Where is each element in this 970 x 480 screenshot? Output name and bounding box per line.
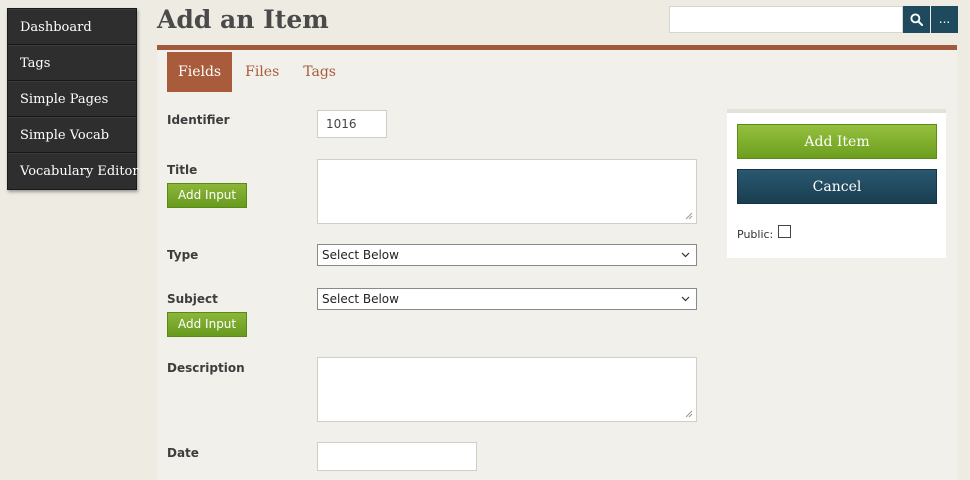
title-textarea[interactable] (317, 159, 697, 224)
identifier-input[interactable] (317, 110, 387, 138)
sidebar: Dashboard Tags Simple Pages Simple Vocab… (7, 8, 139, 190)
sidebar-item-simple-vocab[interactable]: Simple Vocab (8, 117, 136, 153)
description-textarea[interactable] (317, 357, 697, 422)
search-bar: ... (669, 6, 958, 33)
sidebar-item-vocabulary-editor[interactable]: Vocabulary Editor (8, 153, 139, 189)
save-panel: Add Item Cancel Public: (727, 109, 946, 258)
chevron-down-icon (681, 296, 690, 302)
date-input[interactable] (317, 442, 477, 471)
search-icon (910, 13, 923, 26)
sidebar-item-tags[interactable]: Tags (8, 45, 136, 81)
tab-fields[interactable]: Fields (167, 52, 233, 92)
identifier-label: Identifier (167, 113, 230, 127)
search-input[interactable] (669, 6, 903, 33)
search-button[interactable] (903, 6, 930, 33)
type-select-value: Select Below (322, 248, 399, 262)
date-label: Date (167, 446, 199, 460)
advanced-search-button[interactable]: ... (931, 6, 958, 33)
tab-bar: Fields Files Tags (167, 52, 349, 92)
tab-files[interactable]: Files (234, 52, 290, 92)
sidebar-item-dashboard[interactable]: Dashboard (8, 9, 136, 45)
subject-select-value: Select Below (322, 292, 399, 306)
title-add-input-button[interactable]: Add Input (167, 183, 248, 208)
chevron-down-icon (681, 252, 690, 258)
page-title: Add an Item (157, 5, 329, 34)
subject-label: Subject (167, 292, 218, 306)
public-checkbox[interactable] (778, 225, 791, 238)
add-item-button[interactable]: Add Item (737, 124, 937, 159)
sidebar-item-simple-pages[interactable]: Simple Pages (8, 81, 136, 117)
public-label: Public: (737, 228, 774, 241)
title-label: Title (167, 163, 198, 177)
description-label: Description (167, 361, 245, 375)
subject-add-input-button[interactable]: Add Input (167, 312, 248, 337)
tab-tags[interactable]: Tags (292, 52, 347, 92)
cancel-button[interactable]: Cancel (737, 169, 937, 204)
type-select[interactable]: Select Below (317, 244, 697, 266)
subject-select[interactable]: Select Below (317, 288, 697, 310)
type-label: Type (167, 248, 199, 262)
